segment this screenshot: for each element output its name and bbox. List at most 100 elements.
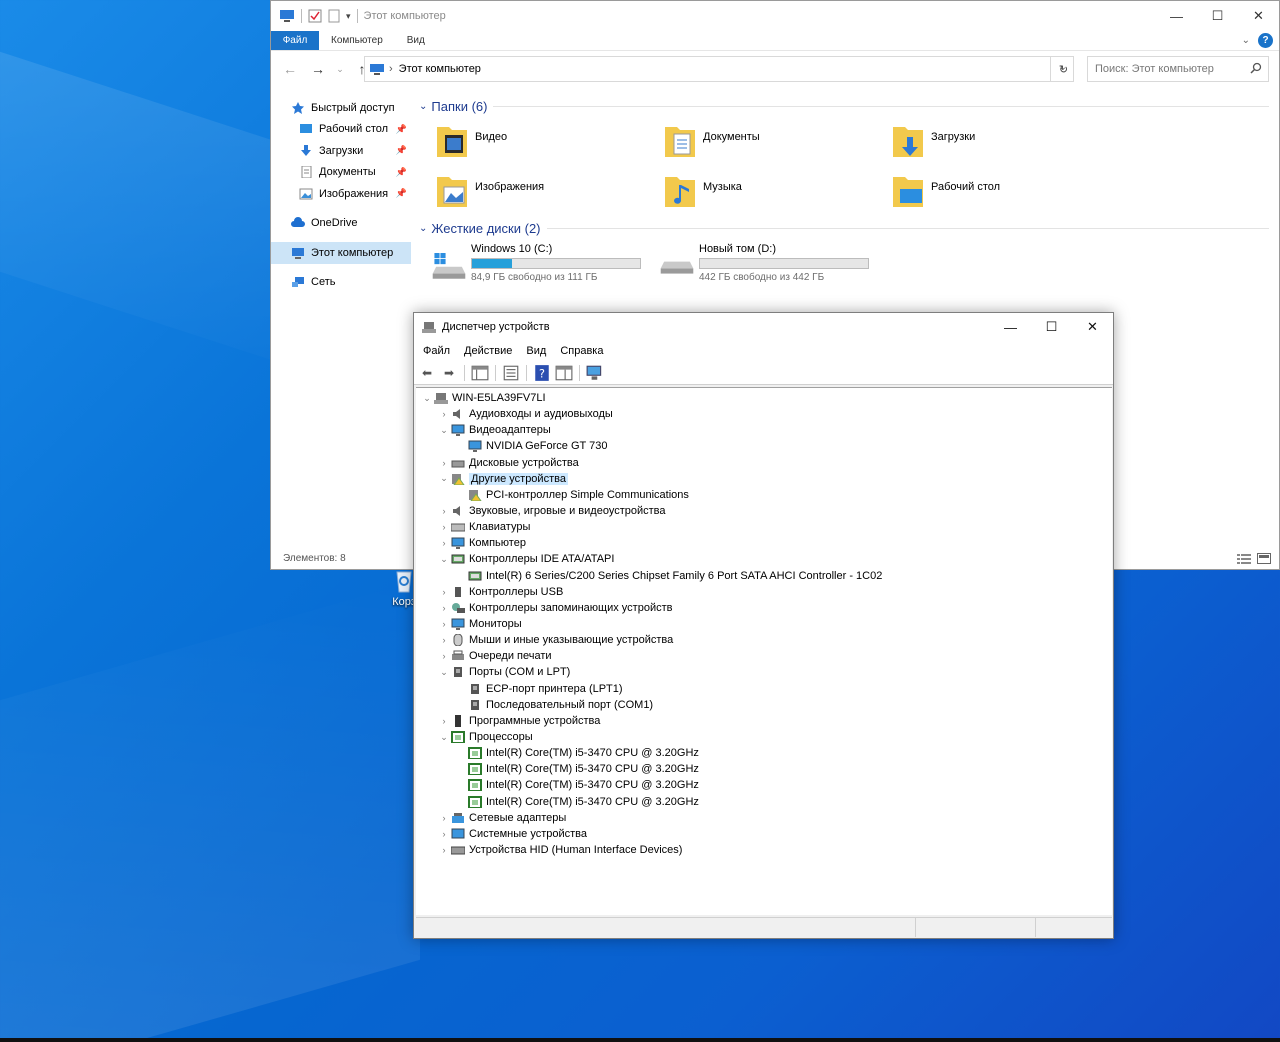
tree-category[interactable]: ⌄ Порты (COM и LPT) [416,664,1112,680]
drive-c[interactable]: Windows 10 (C:) 84,9 ГБ свободно из 111 … [431,241,641,285]
properties-icon[interactable] [308,9,322,23]
breadcrumb[interactable]: Этот компьютер [399,63,481,75]
maximize-button[interactable]: ☐ [1031,313,1072,341]
chevron-right-icon[interactable]: › [437,651,451,661]
search-input[interactable]: Поиск: Этот компьютер [1095,63,1214,75]
menu-help[interactable]: Справка [553,345,610,357]
chevron-down-icon[interactable]: ⌄ [437,732,451,743]
close-button[interactable]: ✕ [1238,1,1279,31]
properties-icon[interactable] [502,364,520,382]
pin-icon[interactable]: 📌 [396,167,407,178]
tree-device[interactable]: NVIDIA GeForce GT 730 [416,438,1112,454]
chevron-right-icon[interactable]: › [437,603,451,613]
tree-category[interactable]: › Звуковые, игровые и видеоустройства [416,503,1112,519]
show-hide-console-tree-icon[interactable] [471,364,489,382]
folder-downloads[interactable]: Загрузки [891,121,1119,163]
chevron-right-icon[interactable]: › [437,845,451,855]
folder-videos[interactable]: Видео [435,121,663,163]
chevron-right-icon[interactable]: › [437,506,451,516]
chevron-down-icon[interactable]: ⌄ [420,393,434,404]
tree-category[interactable]: › Контроллеры USB [416,584,1112,600]
nav-onedrive[interactable]: OneDrive [271,213,411,235]
nav-item-pictures[interactable]: Изображения 📌 [271,183,411,205]
menu-file[interactable]: Файл [416,345,457,357]
large-icons-view-icon[interactable] [1257,553,1271,564]
pin-icon[interactable]: 📌 [396,124,407,135]
ribbon-expand-icon[interactable]: ⌄ [1242,35,1250,46]
folder-desktop[interactable]: Рабочий стол [891,171,1119,213]
group-header-folders[interactable]: ⌄ Папки (6) [419,97,1269,115]
chevron-right-icon[interactable]: › [437,458,451,468]
chevron-right-icon[interactable]: › [437,587,451,597]
tree-category[interactable]: › Мыши и иные указывающие устройства [416,632,1112,648]
new-folder-icon[interactable] [328,9,340,23]
help-icon[interactable]: ? [533,364,551,382]
folder-documents[interactable]: Документы [663,121,891,163]
tab-file[interactable]: Файл [271,31,319,50]
device-manager-titlebar[interactable]: Диспетчер устройств — ☐ ✕ [414,313,1113,341]
chevron-down-icon[interactable]: ⌄ [437,554,451,565]
nav-item-downloads[interactable]: Загрузки 📌 [271,140,411,162]
tree-category[interactable]: ⌄ Другие устройства [416,471,1112,487]
action-pane-icon[interactable] [555,364,573,382]
tab-view[interactable]: Вид [395,31,437,50]
explorer-titlebar[interactable]: ▾ Этот компьютер — ☐ ✕ [271,1,1279,31]
tree-category[interactable]: › Аудиовходы и аудиовыходы [416,406,1112,422]
tab-computer[interactable]: Компьютер [319,31,395,50]
chevron-right-icon[interactable]: › [437,538,451,548]
chevron-down-icon[interactable]: ⌄ [437,425,451,436]
forward-arrow-icon[interactable]: → [307,61,329,77]
forward-arrow-icon[interactable]: ➡ [440,364,458,382]
minimize-button[interactable]: — [1156,1,1197,31]
scan-hardware-icon[interactable] [586,364,604,382]
tree-category[interactable]: › Компьютер [416,535,1112,551]
chevron-right-icon[interactable]: › [437,409,451,419]
drive-d[interactable]: Новый том (D:) 442 ГБ свободно из 442 ГБ [659,241,869,285]
tree-category[interactable]: › Устройства HID (Human Interface Devices… [416,842,1112,858]
tree-device[interactable]: Intel(R) Core(TM) i5-3470 CPU @ 3.20GHz [416,794,1112,810]
recent-locations-icon[interactable]: ⌄ [335,64,345,75]
back-arrow-icon[interactable]: ← [279,61,301,77]
folder-music[interactable]: Музыка [663,171,891,213]
nav-this-pc[interactable]: Этот компьютер [271,242,411,264]
tree-device[interactable]: Intel(R) Core(TM) i5-3470 CPU @ 3.20GHz [416,777,1112,793]
tree-device[interactable]: Intel(R) 6 Series/C200 Series Chipset Fa… [416,568,1112,584]
details-view-icon[interactable] [1237,553,1251,564]
tree-device[interactable]: Последовательный порт (COM1) [416,697,1112,713]
close-button[interactable]: ✕ [1072,313,1113,341]
chevron-right-icon[interactable]: › [437,813,451,823]
address-bar[interactable]: › Этот компьютер ⌄ [364,56,1074,82]
group-header-drives[interactable]: ⌄ Жесткие диски (2) [419,219,1269,237]
tree-category[interactable]: ⌄ Процессоры [416,729,1112,745]
help-icon[interactable]: ? [1258,33,1273,48]
maximize-button[interactable]: ☐ [1197,1,1238,31]
tree-category[interactable]: › Дисковые устройства [416,455,1112,471]
chevron-right-icon[interactable]: › [437,716,451,726]
tree-root[interactable]: ⌄ WIN-E5LA39FV7LI [416,390,1112,406]
chevron-right-icon[interactable]: › [437,829,451,839]
tree-device[interactable]: PCI-контроллер Simple Communications [416,487,1112,503]
tree-category[interactable]: ⌄ Видеоадаптеры [416,422,1112,438]
tree-device[interactable]: Intel(R) Core(TM) i5-3470 CPU @ 3.20GHz [416,761,1112,777]
minimize-button[interactable]: — [990,313,1031,341]
nav-quick-access[interactable]: Быстрый доступ [271,97,411,119]
tree-category[interactable]: ⌄ Контроллеры IDE ATA/ATAPI [416,551,1112,567]
device-manager-window[interactable]: Диспетчер устройств — ☐ ✕ Файл Действие … [413,312,1114,939]
back-arrow-icon[interactable]: ⬅ [418,364,436,382]
nav-item-desktop[interactable]: Рабочий стол 📌 [271,119,411,141]
nav-network[interactable]: Сеть [271,272,411,294]
chevron-right-icon[interactable]: › [437,522,451,532]
tree-category[interactable]: › Клавиатуры [416,519,1112,535]
nav-item-documents[interactable]: Документы 📌 [271,162,411,184]
device-tree[interactable]: ⌄ WIN-E5LA39FV7LI › Аудиовходы и аудиовых… [416,387,1112,915]
tree-category[interactable]: › Программные устройства [416,713,1112,729]
chevron-right-icon[interactable]: › [437,619,451,629]
chevron-right-icon[interactable]: › [437,635,451,645]
tree-category[interactable]: › Контроллеры запоминающих устройств [416,600,1112,616]
refresh-button[interactable]: ↻ [1050,56,1076,82]
pin-icon[interactable]: 📌 [396,145,407,156]
tree-category[interactable]: › Мониторы [416,616,1112,632]
tree-category[interactable]: › Системные устройства [416,826,1112,842]
pin-icon[interactable]: 📌 [396,188,407,199]
tree-device[interactable]: Intel(R) Core(TM) i5-3470 CPU @ 3.20GHz [416,745,1112,761]
